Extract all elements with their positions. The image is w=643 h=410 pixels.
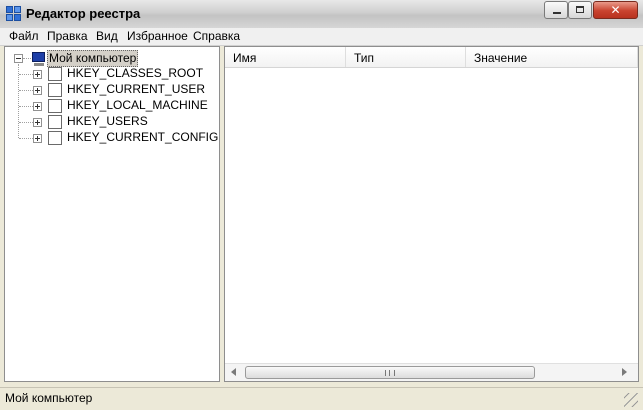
menu-help[interactable]: Справка	[193, 29, 240, 43]
tree-item-hkey-current-config[interactable]: HKEY_CURRENT_CONFIG	[5, 130, 219, 146]
window-title: Редактор реестра	[26, 6, 141, 21]
tree-item-label: HKEY_USERS	[67, 114, 148, 128]
column-header-value[interactable]: Значение	[466, 47, 638, 67]
scrollbar-thumb[interactable]	[245, 366, 535, 379]
menu-favorites[interactable]: Избранное	[127, 29, 188, 43]
folder-icon	[48, 83, 62, 97]
maximize-icon	[576, 6, 584, 13]
tree-root-label: Мой компьютер	[47, 50, 139, 67]
tree-item-my-computer[interactable]: Мой компьютер	[5, 50, 219, 67]
expand-icon[interactable]	[33, 134, 42, 143]
collapse-icon[interactable]	[14, 54, 23, 63]
minimize-icon	[553, 12, 561, 14]
tree-item-hkey-current-user[interactable]: HKEY_CURRENT_USER	[5, 82, 219, 98]
menu-file[interactable]: Файл	[9, 29, 39, 43]
menu-edit[interactable]: Правка	[47, 29, 88, 43]
values-list[interactable]: Имя Тип Значение	[224, 46, 639, 382]
tree-item-label: HKEY_CURRENT_CONFIG	[67, 130, 219, 144]
horizontal-scrollbar[interactable]	[225, 363, 638, 381]
expand-icon[interactable]	[33, 102, 42, 111]
status-bar: Мой компьютер	[0, 387, 643, 410]
tree-item-hkey-users[interactable]: HKEY_USERS	[5, 114, 219, 130]
tree-item-label: HKEY_CLASSES_ROOT	[67, 66, 204, 80]
list-header: Имя Тип Значение	[225, 47, 638, 68]
close-icon: ✕	[610, 3, 621, 17]
expand-icon[interactable]	[33, 70, 42, 79]
registry-editor-window: Редактор реестра ✕ Файл Правка Вид Избра…	[0, 0, 643, 410]
tree-item-label: HKEY_CURRENT_USER	[67, 82, 206, 96]
expand-icon[interactable]	[33, 118, 42, 127]
registry-editor-icon	[6, 6, 22, 22]
grip-icon	[385, 370, 395, 376]
close-button[interactable]: ✕	[593, 1, 638, 19]
folder-icon	[48, 99, 62, 113]
maximize-button[interactable]	[568, 1, 592, 19]
tree-item-label: HKEY_LOCAL_MACHINE	[67, 98, 208, 112]
folder-icon	[48, 131, 62, 145]
menu-bar: Файл Правка Вид Избранное Справка	[0, 28, 643, 46]
registry-tree[interactable]: Мой компьютер HKEY_CLASSES_ROOT HKEY_CUR…	[4, 46, 220, 382]
tree-item-hkey-classes-root[interactable]: HKEY_CLASSES_ROOT	[5, 66, 219, 82]
status-path: Мой компьютер	[5, 391, 93, 405]
resize-grip-icon[interactable]	[624, 393, 638, 407]
folder-icon	[48, 67, 62, 81]
scroll-right-icon[interactable]	[622, 368, 627, 376]
computer-icon	[31, 52, 47, 67]
minimize-button[interactable]	[544, 1, 568, 19]
expand-icon[interactable]	[33, 86, 42, 95]
title-bar[interactable]: Редактор реестра ✕	[0, 0, 643, 29]
tree-item-hkey-local-machine[interactable]: HKEY_LOCAL_MACHINE	[5, 98, 219, 114]
menu-view[interactable]: Вид	[96, 29, 118, 43]
scroll-left-icon[interactable]	[231, 368, 236, 376]
folder-icon	[48, 115, 62, 129]
column-header-type[interactable]: Тип	[346, 47, 466, 67]
column-header-name[interactable]: Имя	[225, 47, 346, 67]
